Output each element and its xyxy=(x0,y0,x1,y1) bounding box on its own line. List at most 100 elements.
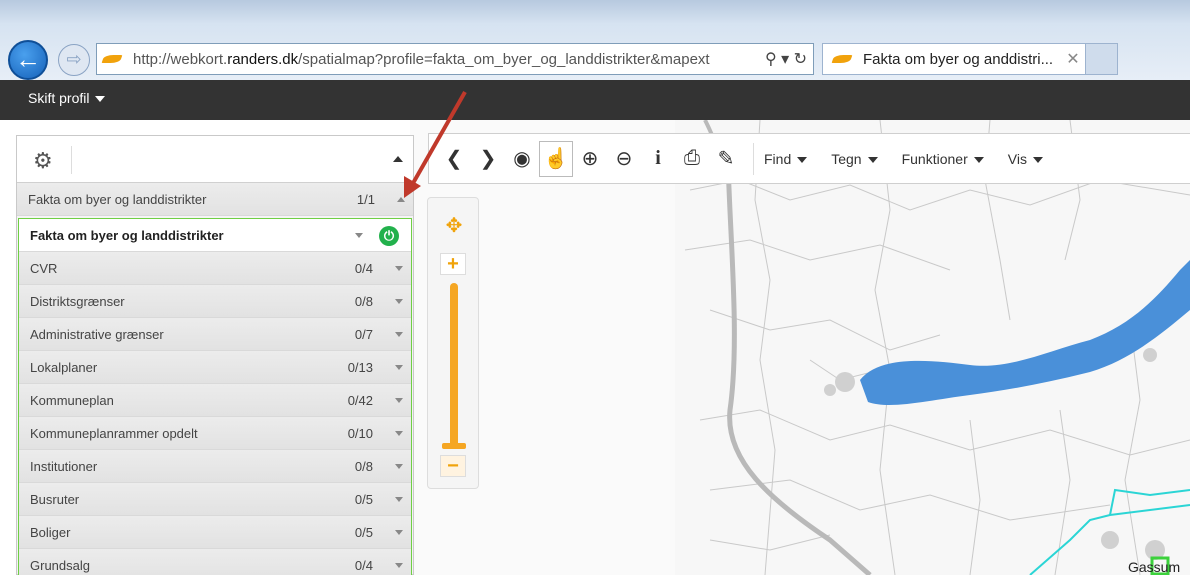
draw-menu-label: Tegn xyxy=(831,150,862,167)
toolbar-divider xyxy=(753,142,754,175)
history-back-icon[interactable]: ❮ xyxy=(437,146,471,171)
layer-label: Busruter xyxy=(30,491,80,507)
address-bar[interactable]: http://webkort.randers.dk/spatialmap?pro… xyxy=(96,43,814,75)
layer-row[interactable]: CVR 0/4 xyxy=(19,252,411,285)
tab-close-icon[interactable]: ✕ xyxy=(1061,49,1085,69)
layer-count: 0/4 xyxy=(354,557,373,573)
map-canvas[interactable] xyxy=(410,120,1190,575)
zoom-in-button[interactable]: + xyxy=(440,253,466,275)
chevron-down-icon xyxy=(973,156,984,163)
layer-count: 0/4 xyxy=(354,260,373,276)
zoom-out-icon[interactable]: ⊖ xyxy=(607,146,641,171)
print-icon[interactable]: ⎙ xyxy=(675,147,709,170)
zoom-control: ✥ + − xyxy=(427,197,479,489)
layer-row[interactable]: Administrative grænser 0/7 xyxy=(19,318,411,351)
chevron-down-icon[interactable] xyxy=(387,562,411,568)
browser-tab[interactable]: Fakta om byer og anddistri... ✕ xyxy=(822,43,1086,75)
layer-label: Institutioner xyxy=(30,458,98,474)
history-forward-icon[interactable]: ❯ xyxy=(471,146,505,171)
chevron-down-icon[interactable] xyxy=(387,463,411,469)
chevron-down-icon[interactable] xyxy=(387,496,411,502)
pan-arrows-icon[interactable]: ✥ xyxy=(434,206,474,246)
map-graphic xyxy=(675,120,1190,575)
draw-menu[interactable]: Tegn xyxy=(831,150,878,167)
layer-row[interactable]: Institutioner 0/8 xyxy=(19,450,411,483)
info-icon[interactable]: i xyxy=(641,147,675,170)
layer-label: Kommuneplanrammer opdelt xyxy=(30,425,198,441)
layer-count: 0/5 xyxy=(354,524,373,540)
functions-menu-label: Funktioner xyxy=(901,150,968,167)
chevron-down-icon[interactable] xyxy=(387,397,411,403)
layer-count: 0/10 xyxy=(347,425,373,441)
site-favicon-icon xyxy=(103,53,125,65)
layer-panel: ⚙ Fakta om byer og landdistrikter 1/1 Fa… xyxy=(16,135,414,575)
layer-count: 0/8 xyxy=(354,458,373,474)
layer-list: CVR 0/4 Distriktsgrænser 0/8 Administrative … xyxy=(19,252,411,575)
collapse-panel-icon[interactable] xyxy=(393,156,403,162)
map-place-label: Gassum xyxy=(1128,559,1181,575)
chevron-down-icon[interactable] xyxy=(387,430,411,436)
find-menu-label: Find xyxy=(764,150,792,167)
chevron-down-icon[interactable] xyxy=(387,331,411,337)
address-bar-search-refresh-icon[interactable]: ⚲ ▾ ↻ xyxy=(753,49,813,69)
chevron-down-icon xyxy=(1032,156,1043,163)
layer-row[interactable]: Lokalplaner 0/13 xyxy=(19,351,411,384)
tab-favicon-icon xyxy=(833,53,855,65)
profile-menu-label: Skift profil xyxy=(28,90,90,106)
layer-row[interactable]: Busruter 0/5 xyxy=(19,483,411,516)
layer-count: 0/5 xyxy=(354,491,373,507)
profile-menu-button[interactable]: Skift profil xyxy=(28,90,106,106)
chevron-down-icon[interactable] xyxy=(387,298,411,304)
chevron-down-icon[interactable] xyxy=(347,232,371,238)
chevron-up-icon[interactable] xyxy=(389,196,413,202)
layer-row[interactable]: Kommuneplanrammer opdelt 0/10 xyxy=(19,417,411,450)
layer-label: Distriktsgrænser xyxy=(30,293,125,309)
profile-group-label: Fakta om byer og landdistrikter xyxy=(28,191,207,207)
pan-hand-icon[interactable]: ☝ xyxy=(539,140,573,177)
functions-menu[interactable]: Funktioner xyxy=(902,151,984,167)
zoom-in-icon[interactable]: ⊕ xyxy=(573,146,607,171)
chevron-down-icon[interactable] xyxy=(387,265,411,271)
chevron-down-icon[interactable] xyxy=(387,364,411,370)
zoom-out-button[interactable]: − xyxy=(440,455,466,477)
layer-group: Fakta om byer og landdistrikter ⏻ CVR 0/4… xyxy=(18,218,412,575)
power-toggle-icon[interactable]: ⏻ xyxy=(379,226,399,246)
chevron-down-icon xyxy=(95,96,106,103)
profile-group-header[interactable]: Fakta om byer og landdistrikter 1/1 xyxy=(17,183,413,216)
chevron-down-icon xyxy=(797,156,808,163)
selected-layer-row[interactable]: Fakta om byer og landdistrikter ⏻ xyxy=(19,219,411,252)
layer-count: 0/8 xyxy=(354,293,373,309)
layer-label: Boliger xyxy=(30,524,71,540)
layer-row[interactable]: Distriktsgrænser 0/8 xyxy=(19,285,411,318)
layer-count: 0/7 xyxy=(354,326,373,342)
layer-label: Grundsalg xyxy=(30,557,90,573)
layer-row[interactable]: Boliger 0/5 xyxy=(19,516,411,549)
map-toolbar: ❮ ❯ ◉ ☝ ⊕ ⊖ i ⎙ ✎ Find Tegn Funktioner V… xyxy=(428,133,1190,184)
tab-title: Fakta om byer og anddistri... xyxy=(863,50,1054,68)
url-text[interactable]: http://webkort.randers.dk/spatialmap?pro… xyxy=(133,51,753,68)
layer-row[interactable]: Kommuneplan 0/42 xyxy=(19,384,411,417)
globe-icon[interactable]: ◉ xyxy=(505,146,539,171)
view-menu-label: Vis xyxy=(1007,150,1027,167)
layer-label: Lokalplaner xyxy=(30,359,98,375)
zoom-slider-track[interactable] xyxy=(450,283,458,448)
view-menu[interactable]: Vis xyxy=(1008,151,1043,167)
layer-label: Administrative grænser xyxy=(30,326,164,342)
gear-icon[interactable]: ⚙ xyxy=(33,148,53,174)
zoom-slider-handle[interactable] xyxy=(442,443,466,449)
layer-panel-header: ⚙ xyxy=(17,136,413,183)
layer-count: 0/42 xyxy=(347,392,373,408)
browser-forward-button[interactable]: ⇨ xyxy=(58,44,90,76)
layer-count: 0/13 xyxy=(347,359,373,375)
layer-label: Kommuneplan xyxy=(30,392,114,408)
chevron-down-icon[interactable] xyxy=(387,529,411,535)
browser-back-button[interactable]: ← xyxy=(8,40,48,80)
header-divider xyxy=(71,146,72,174)
profile-group-count: 1/1 xyxy=(356,191,375,207)
layer-label: CVR xyxy=(30,260,58,276)
layer-row[interactable]: Grundsalg 0/4 xyxy=(19,549,411,575)
new-tab-button[interactable] xyxy=(1086,43,1118,75)
find-menu[interactable]: Find xyxy=(764,150,808,167)
measure-icon[interactable]: ✎ xyxy=(709,146,743,171)
chevron-down-icon xyxy=(867,156,878,163)
